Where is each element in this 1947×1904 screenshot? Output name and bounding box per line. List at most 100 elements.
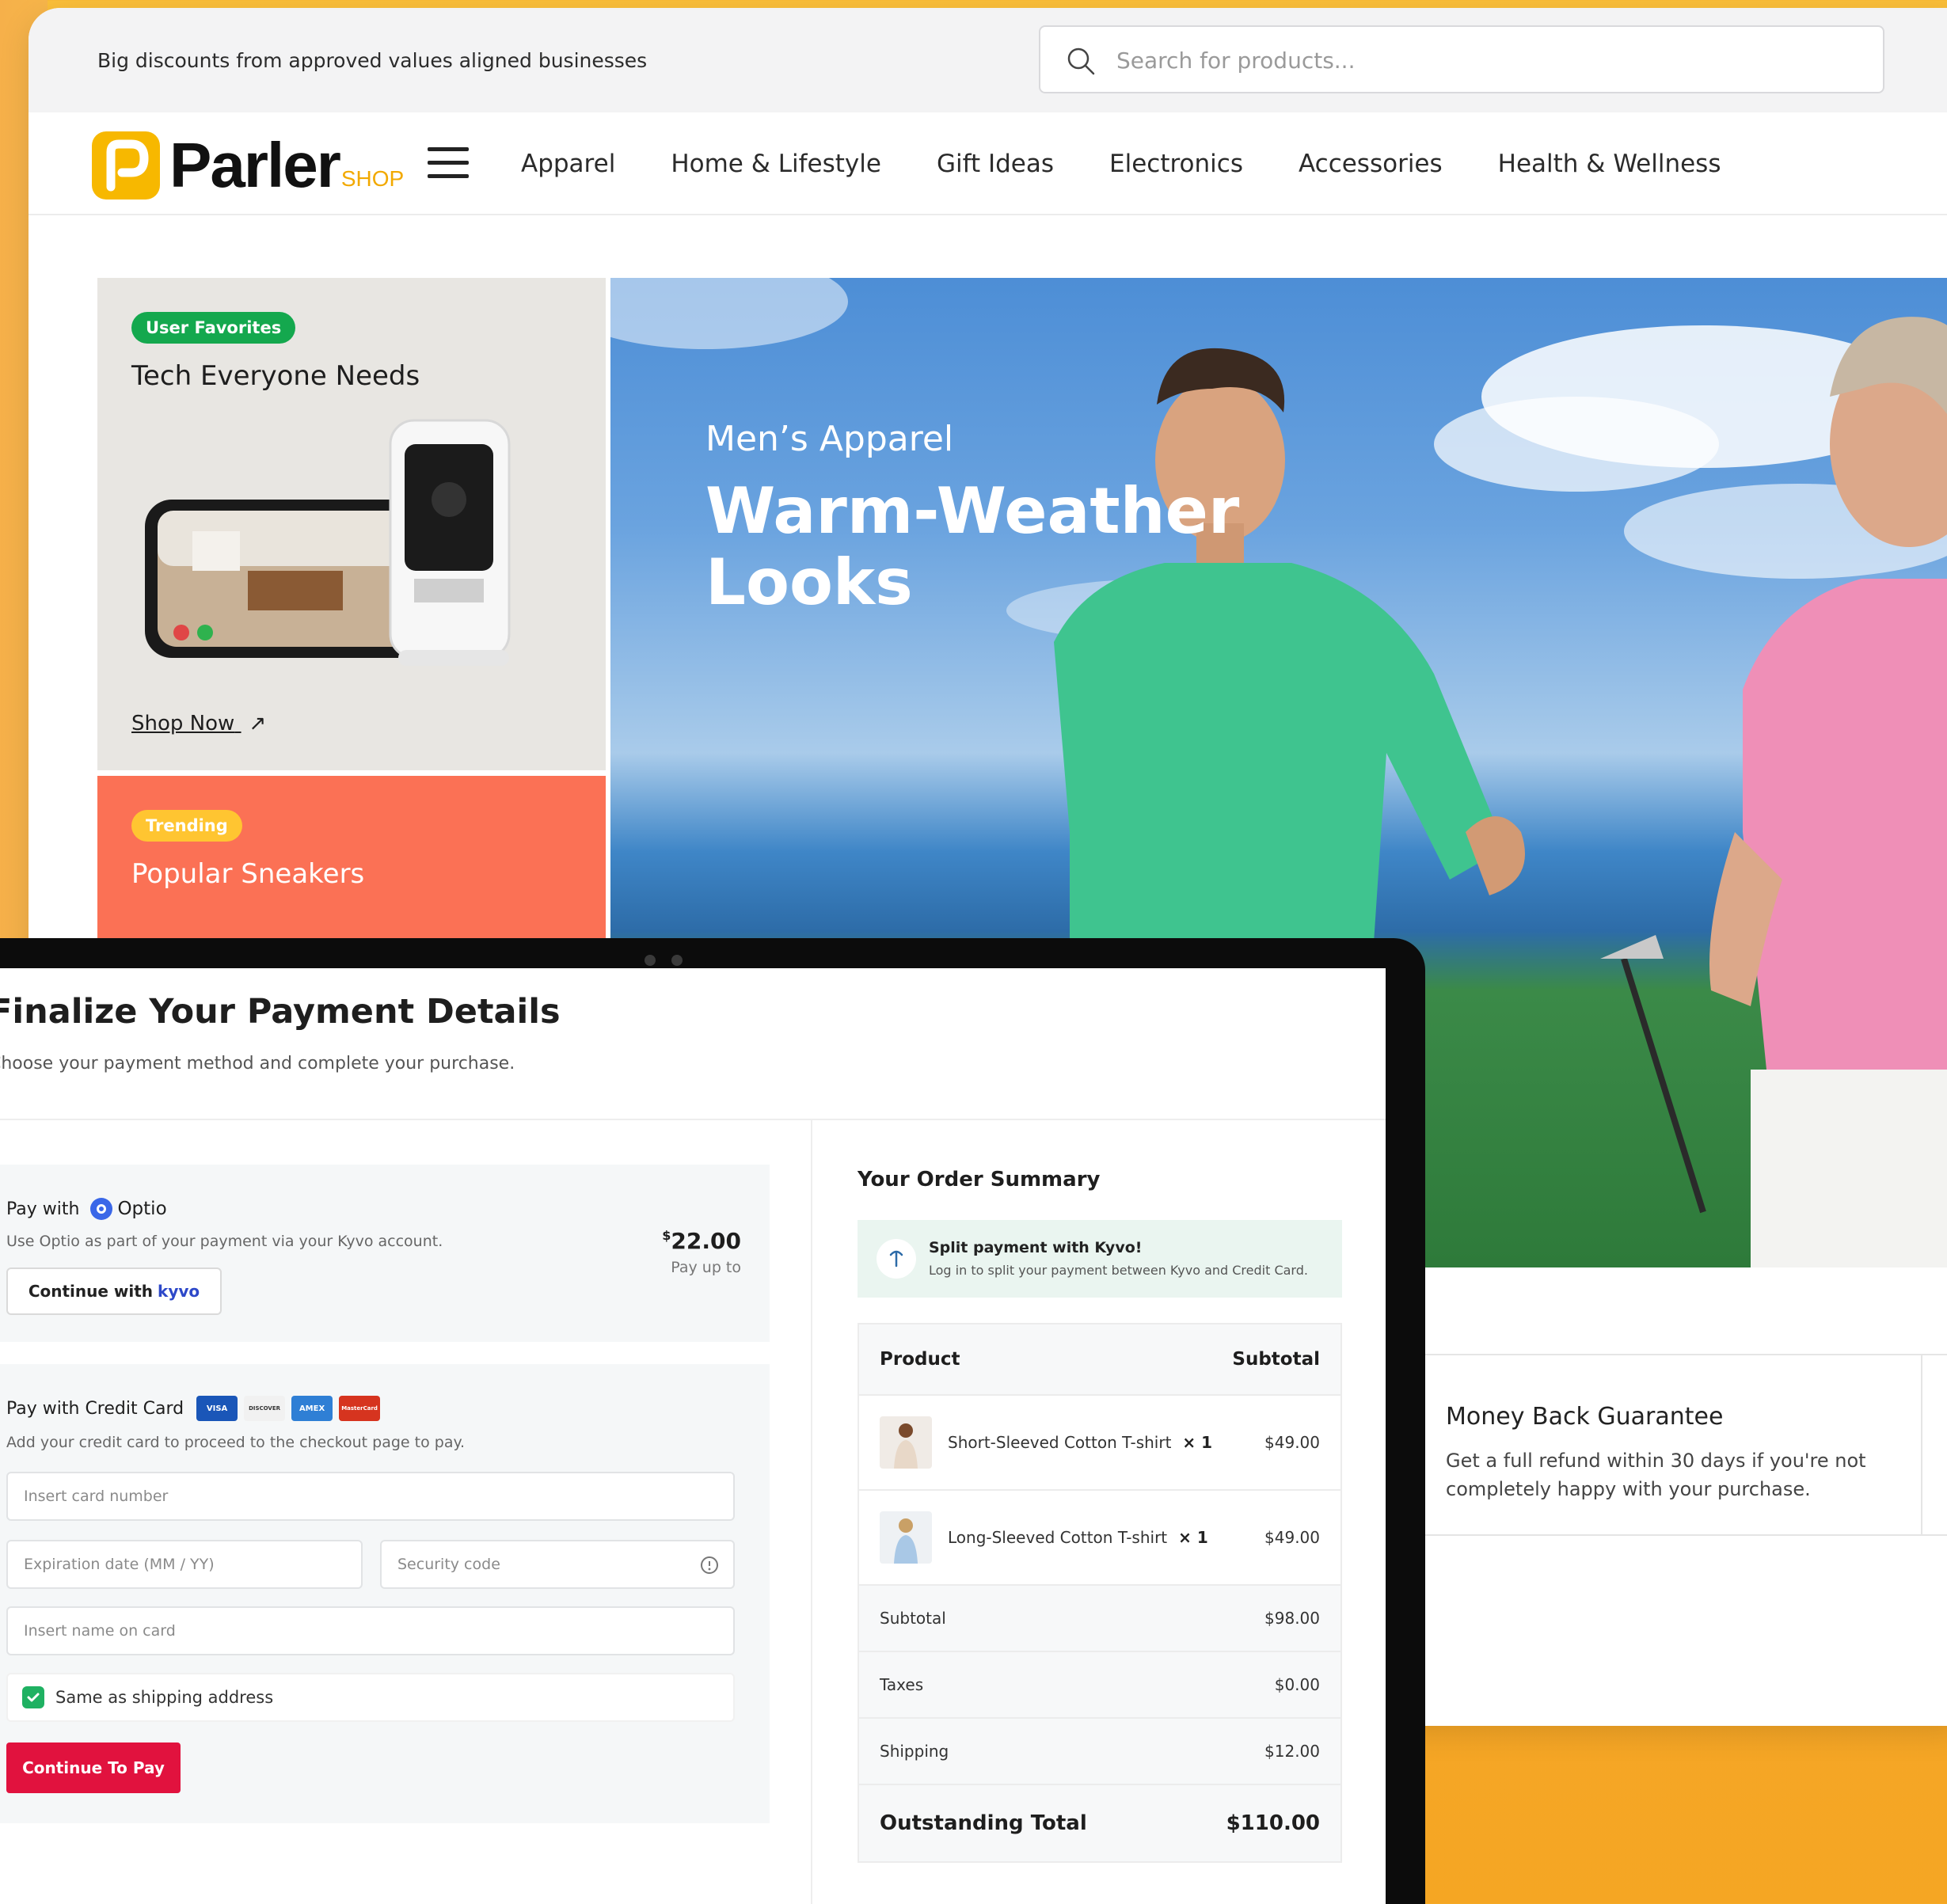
optio-amount: $22.00 Pay up to bbox=[662, 1228, 741, 1276]
arrow-up-right-icon: ↗ bbox=[249, 712, 267, 735]
nav-link-health-wellness[interactable]: Health & Wellness bbox=[1498, 150, 1721, 178]
logo-suffix: SHOP bbox=[340, 166, 405, 191]
search-box[interactable] bbox=[1039, 25, 1884, 93]
expiration-field[interactable] bbox=[6, 1540, 363, 1589]
amount-number: 22.00 bbox=[671, 1228, 741, 1254]
main-nav: Parler SHOP Apparel Home & Lifestyle Gif… bbox=[29, 112, 1947, 215]
hero-title: Warm-Weather Looks bbox=[705, 474, 1240, 619]
trending-badge: Trending bbox=[131, 810, 242, 842]
amex-icon: AMEX bbox=[291, 1396, 333, 1421]
tech-promo-tile[interactable]: User Favorites Tech Everyone Needs Shop … bbox=[97, 278, 606, 770]
product-thumbnail bbox=[880, 1416, 932, 1469]
name-on-card-field[interactable] bbox=[6, 1606, 735, 1655]
product-thumbnail bbox=[880, 1511, 932, 1564]
taxes-label: Taxes bbox=[880, 1675, 924, 1694]
kyvo-button-label: Continue with bbox=[28, 1282, 154, 1301]
subtotal-row: Subtotal $98.00 bbox=[859, 1586, 1340, 1652]
amount-value: $22.00 bbox=[662, 1228, 741, 1254]
search-input[interactable] bbox=[1116, 40, 1829, 81]
total-value: $110.00 bbox=[1226, 1811, 1320, 1835]
product-price: $49.00 bbox=[1264, 1528, 1320, 1547]
shipping-label: Shipping bbox=[880, 1742, 949, 1761]
sneakers-tile-title: Popular Sneakers bbox=[131, 858, 365, 890]
same-as-shipping-row[interactable]: Same as shipping address bbox=[6, 1673, 735, 1722]
shop-now-link[interactable]: Shop Now ↗ bbox=[131, 712, 266, 735]
product-name: Short-Sleeved Cotton T-shirt bbox=[948, 1433, 1172, 1452]
optio-name: Optio bbox=[117, 1199, 167, 1219]
nav-link-accessories[interactable]: Accessories bbox=[1299, 150, 1443, 178]
mastercard-icon: MasterCard bbox=[339, 1396, 381, 1421]
pay-with-label: Pay with bbox=[6, 1199, 80, 1219]
name-on-card-input[interactable] bbox=[8, 1608, 733, 1654]
security-code-input[interactable] bbox=[382, 1541, 733, 1587]
product-quantity: × 1 bbox=[1178, 1528, 1208, 1547]
nav-link-electronics[interactable]: Electronics bbox=[1109, 150, 1243, 178]
hamburger-icon[interactable] bbox=[428, 147, 469, 179]
subtotal-column-header: Subtotal bbox=[1232, 1349, 1320, 1370]
product-quantity: × 1 bbox=[1182, 1433, 1213, 1452]
visa-icon: VISA bbox=[196, 1396, 238, 1421]
card-number-input[interactable] bbox=[8, 1473, 733, 1519]
parler-shop-logo[interactable]: Parler SHOP bbox=[92, 130, 404, 200]
camera-dot bbox=[645, 955, 656, 966]
credit-card-description: Add your credit card to proceed to the c… bbox=[6, 1434, 466, 1451]
order-summary-title: Your Order Summary bbox=[858, 1168, 1101, 1191]
checkmark-icon bbox=[27, 1693, 40, 1702]
hero-subtitle: Men’s Apparel bbox=[705, 419, 954, 459]
table-row: Short-Sleeved Cotton T-shirt × 1 $49.00 bbox=[859, 1396, 1340, 1491]
parler-logo-icon bbox=[92, 131, 160, 200]
card-number-field[interactable] bbox=[6, 1472, 735, 1521]
taxes-row: Taxes $0.00 bbox=[859, 1652, 1340, 1719]
camera-dot bbox=[671, 955, 683, 966]
optio-description: Use Optio as part of your payment via yo… bbox=[6, 1233, 443, 1250]
user-favorites-badge: User Favorites bbox=[131, 312, 296, 344]
table-header-row: Product Subtotal bbox=[859, 1324, 1340, 1396]
shop-now-label: Shop Now bbox=[131, 712, 235, 735]
expiration-input[interactable] bbox=[8, 1541, 361, 1587]
promo-text: Big discounts from approved values align… bbox=[97, 49, 648, 72]
split-payment-banner[interactable]: Split payment with Kyvo! Log in to split… bbox=[858, 1220, 1342, 1298]
nav-link-gift-ideas[interactable]: Gift Ideas bbox=[937, 150, 1054, 178]
credit-card-heading: Pay with Credit Card VISA DISCOVER AMEX … bbox=[6, 1396, 381, 1421]
nav-link-home-lifestyle[interactable]: Home & Lifestyle bbox=[671, 150, 881, 178]
top-bar: Big discounts from approved values align… bbox=[29, 8, 1947, 112]
logo-wordmark: Parler bbox=[169, 130, 341, 200]
column-divider bbox=[811, 1119, 812, 1904]
payment-screen: Finalize Your Payment Details Choose you… bbox=[0, 968, 1386, 1904]
category-links: Apparel Home & Lifestyle Gift Ideas Elec… bbox=[521, 112, 1777, 215]
payment-title: Finalize Your Payment Details bbox=[0, 992, 561, 1032]
same-as-shipping-label: Same as shipping address bbox=[55, 1688, 274, 1707]
product-column-header: Product bbox=[880, 1349, 960, 1370]
continue-to-pay-button[interactable]: Continue To Pay bbox=[6, 1742, 181, 1793]
guarantee-title: Money Back Guarantee bbox=[1446, 1403, 1724, 1431]
split-description: Log in to split your payment between Kyv… bbox=[929, 1263, 1308, 1278]
guarantee-description: Get a full refund within 30 days if you'… bbox=[1446, 1450, 1866, 1500]
total-row: Outstanding Total $110.00 bbox=[859, 1785, 1340, 1861]
shipping-row: Shipping $12.00 bbox=[859, 1719, 1340, 1785]
security-code-field[interactable] bbox=[380, 1540, 735, 1589]
optio-payment-option: Pay with Optio Use Optio as part of your… bbox=[0, 1165, 770, 1342]
same-as-shipping-checkbox[interactable] bbox=[22, 1686, 44, 1708]
sneakers-promo-tile[interactable]: Trending Popular Sneakers bbox=[97, 776, 606, 958]
credit-card-label: Pay with Credit Card bbox=[6, 1398, 184, 1419]
info-icon[interactable] bbox=[700, 1556, 719, 1575]
tech-tile-title: Tech Everyone Needs bbox=[131, 360, 420, 392]
split-icon bbox=[877, 1239, 916, 1279]
payment-subtitle: Choose your payment method and complete … bbox=[0, 1054, 515, 1074]
split-title: Split payment with Kyvo! bbox=[929, 1239, 1143, 1256]
guarantee-divider bbox=[1921, 1354, 1922, 1536]
amount-note: Pay up to bbox=[671, 1259, 741, 1276]
nav-link-apparel[interactable]: Apparel bbox=[521, 150, 615, 178]
optio-heading: Pay with Optio bbox=[6, 1198, 167, 1220]
optio-logo-icon bbox=[90, 1198, 113, 1220]
product-price: $49.00 bbox=[1264, 1433, 1320, 1452]
divider bbox=[0, 1119, 1386, 1120]
product-name: Long-Sleeved Cotton T-shirt bbox=[948, 1528, 1168, 1547]
continue-with-kyvo-button[interactable]: Continue with kyvo bbox=[6, 1267, 222, 1315]
shipping-value: $12.00 bbox=[1264, 1742, 1320, 1761]
security-camera-image bbox=[145, 419, 511, 666]
credit-card-option: Pay with Credit Card VISA DISCOVER AMEX … bbox=[0, 1364, 770, 1823]
subtotal-value: $98.00 bbox=[1264, 1609, 1320, 1628]
total-label: Outstanding Total bbox=[880, 1811, 1087, 1835]
money-back-guarantee: Money Back Guarantee Get a full refund w… bbox=[1406, 1354, 1947, 1536]
